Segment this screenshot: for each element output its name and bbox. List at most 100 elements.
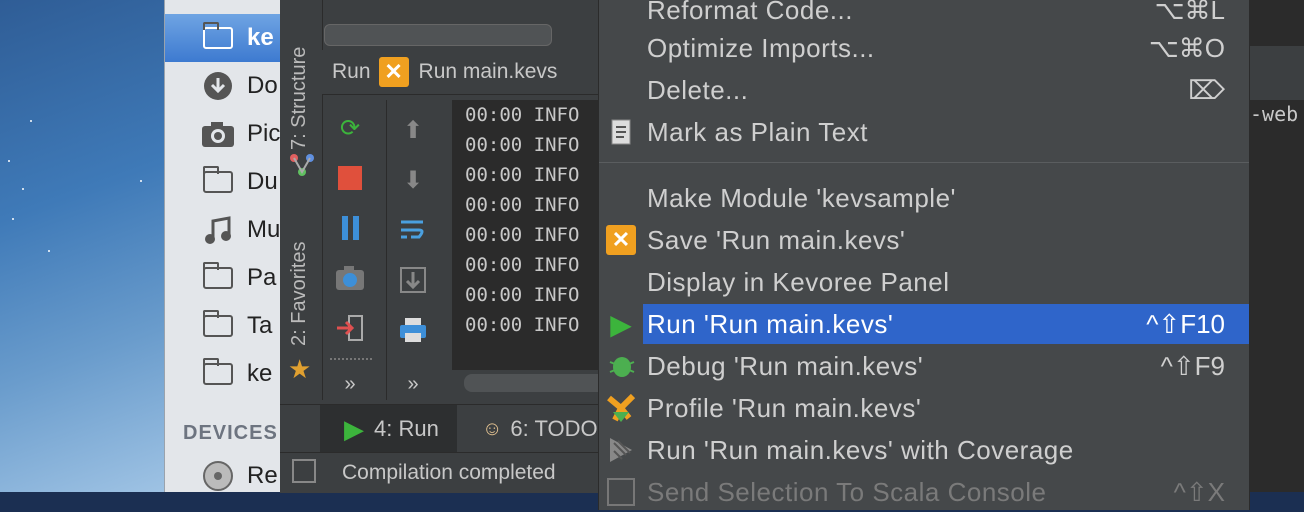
- divider: [330, 358, 372, 360]
- tab-todo[interactable]: ☺ 6: TODO: [482, 405, 598, 453]
- menu-item-run[interactable]: ▶ Run 'Run main.kevs' ^⇧F10: [610, 304, 1249, 344]
- profile-icon: [605, 392, 637, 424]
- menu-item-shortcut: ⌦: [1188, 74, 1225, 105]
- status-text: Compilation completed: [342, 461, 556, 484]
- menu-item-shortcut: ^⇧F10: [1146, 308, 1225, 339]
- finder-item-downloads[interactable]: Do: [165, 62, 295, 110]
- console-output[interactable]: 00:00 INFO 00:00 INFO 00:00 INFO 00:00 I…: [452, 100, 612, 370]
- menu-item-label: Make Module 'kevsample': [647, 182, 957, 213]
- run-label: Run: [332, 60, 371, 83]
- tab-run[interactable]: ▶ 4: Run: [320, 405, 457, 453]
- finder-item-folder[interactable]: Pa: [165, 254, 295, 302]
- desktop-background: [0, 0, 170, 492]
- finder-item-label: Du: [247, 168, 278, 195]
- finder-device-item[interactable]: Re: [165, 452, 295, 500]
- tab-structure[interactable]: 7: Structure: [288, 47, 311, 150]
- menu-item-label: Delete...: [647, 74, 749, 105]
- print-icon[interactable]: [397, 314, 429, 346]
- menu-item-shortcut: ^⇧F9: [1160, 350, 1225, 381]
- kevoree-icon: ✕: [378, 57, 409, 87]
- finder-sidebar: ke Do Pic Du Mu Pa Ta ke DEVICES Re: [164, 0, 295, 492]
- finder-item-label: Pa: [247, 264, 277, 291]
- menu-item-label: Profile 'Run main.kevs': [647, 392, 922, 423]
- downloads-icon: [201, 71, 235, 101]
- folder-icon: [201, 262, 235, 293]
- exit-icon[interactable]: [334, 312, 366, 344]
- star: [30, 120, 32, 122]
- finder-item-music[interactable]: Mu: [165, 206, 295, 254]
- menu-item-send-to-scala-console: Send Selection To Scala Console ^⇧X: [599, 472, 1249, 512]
- run-config-name[interactable]: Run main.kevs: [419, 60, 558, 84]
- tab-favorites[interactable]: 2: Favorites: [288, 242, 311, 346]
- menu-item-label: Reformat Code...: [647, 0, 853, 25]
- side-tool-strip: 7: Structure 2: Favorites ★: [280, 0, 323, 400]
- finder-item-kevsample[interactable]: ke: [165, 14, 295, 62]
- editor-tab-strip: [1248, 46, 1304, 100]
- menu-item-mark-as-plain-text[interactable]: Mark as Plain Text: [599, 112, 1249, 152]
- coverage-icon: [605, 434, 637, 466]
- finder-item-label: Ta: [247, 312, 273, 339]
- pause-icon[interactable]: [334, 212, 366, 244]
- arrow-down-icon[interactable]: ⬇: [397, 164, 429, 196]
- menu-item-debug[interactable]: Debug 'Run main.kevs' ^⇧F9: [599, 346, 1249, 386]
- menu-item-shortcut: ⌥⌘L: [1154, 0, 1225, 25]
- console-line: 00:00 INFO: [465, 104, 580, 126]
- menu-item-label: Mark as Plain Text: [647, 116, 868, 147]
- kevoree-icon: ✕: [605, 224, 637, 256]
- context-menu: Reformat Code... ⌥⌘L Optimize Imports...…: [598, 0, 1250, 510]
- menu-item-optimize-imports[interactable]: Optimize Imports... ⌥⌘O: [599, 28, 1249, 68]
- menu-item-delete[interactable]: Delete... ⌦: [599, 70, 1249, 110]
- menu-item-shortcut: ⌥⌘O: [1148, 32, 1225, 63]
- console-line: 00:00 INFO: [465, 194, 580, 216]
- console-line: 00:00 INFO: [465, 224, 580, 246]
- run-actions-column: ⟳ »: [324, 100, 376, 400]
- devices-header: DEVICES: [183, 422, 278, 444]
- debug-icon: [605, 350, 637, 382]
- folder-icon: [201, 310, 235, 341]
- camera-icon: [201, 119, 235, 149]
- folder-icon: [201, 22, 235, 53]
- console-line: 00:00 INFO: [465, 284, 580, 306]
- menu-separator: [599, 162, 1249, 163]
- more-actions-icon[interactable]: »: [334, 368, 366, 400]
- finder-item-pictures[interactable]: Pic: [165, 110, 295, 158]
- tab-todo-label: 6: TODO: [510, 416, 598, 441]
- finder-item-folder[interactable]: ke: [165, 350, 295, 398]
- console-horizontal-scrollbar[interactable]: [464, 374, 614, 392]
- finder-item-label: Do: [247, 72, 278, 99]
- menu-item-display-kevoree-panel[interactable]: Display in Kevoree Panel: [599, 262, 1249, 302]
- menu-item-reformat-code[interactable]: Reformat Code... ⌥⌘L: [599, 0, 1249, 30]
- console-line: 00:00 INFO: [465, 134, 580, 156]
- menu-item-profile[interactable]: Profile 'Run main.kevs': [599, 388, 1249, 428]
- finder-item-folder[interactable]: Du: [165, 158, 295, 206]
- menu-item-run-with-coverage[interactable]: Run 'Run main.kevs' with Coverage: [599, 430, 1249, 470]
- menu-item-save-run-config[interactable]: ✕ Save 'Run main.kevs': [599, 220, 1249, 260]
- arrow-up-icon[interactable]: ⬆: [397, 114, 429, 146]
- star: [8, 160, 10, 162]
- run-icon: ▶: [610, 308, 632, 340]
- menu-item-label: Run 'Run main.kevs' with Coverage: [647, 434, 1074, 465]
- editor-pane: -web: [1248, 0, 1304, 492]
- console-line: 00:00 INFO: [465, 254, 580, 276]
- star: [12, 218, 14, 220]
- rerun-icon[interactable]: ⟳: [334, 112, 366, 144]
- more-actions-icon[interactable]: »: [397, 368, 429, 400]
- menu-item-make-module[interactable]: Make Module 'kevsample': [599, 178, 1249, 218]
- tool-window-toggle-icon[interactable]: [292, 459, 316, 483]
- status-bar: Compilation completed: [280, 452, 612, 493]
- dump-threads-icon[interactable]: [334, 262, 366, 294]
- todo-icon: ☺: [482, 417, 503, 440]
- horizontal-scrollbar[interactable]: [324, 24, 552, 46]
- menu-item-label: Debug 'Run main.kevs': [647, 350, 924, 381]
- menu-item-shortcut: ^⇧X: [1173, 476, 1225, 507]
- menu-item-label: Optimize Imports...: [647, 32, 875, 63]
- folder-icon: [201, 358, 235, 389]
- console-actions-column: ⬆ ⬇ »: [386, 100, 439, 400]
- music-icon: [201, 215, 235, 245]
- stop-icon[interactable]: [334, 162, 366, 194]
- soft-wrap-icon[interactable]: [397, 214, 429, 246]
- finder-item-label: ke: [247, 360, 273, 387]
- finder-item-folder[interactable]: Ta: [165, 302, 295, 350]
- scroll-to-end-icon[interactable]: [397, 264, 429, 296]
- menu-item-label: Display in Kevoree Panel: [647, 266, 950, 297]
